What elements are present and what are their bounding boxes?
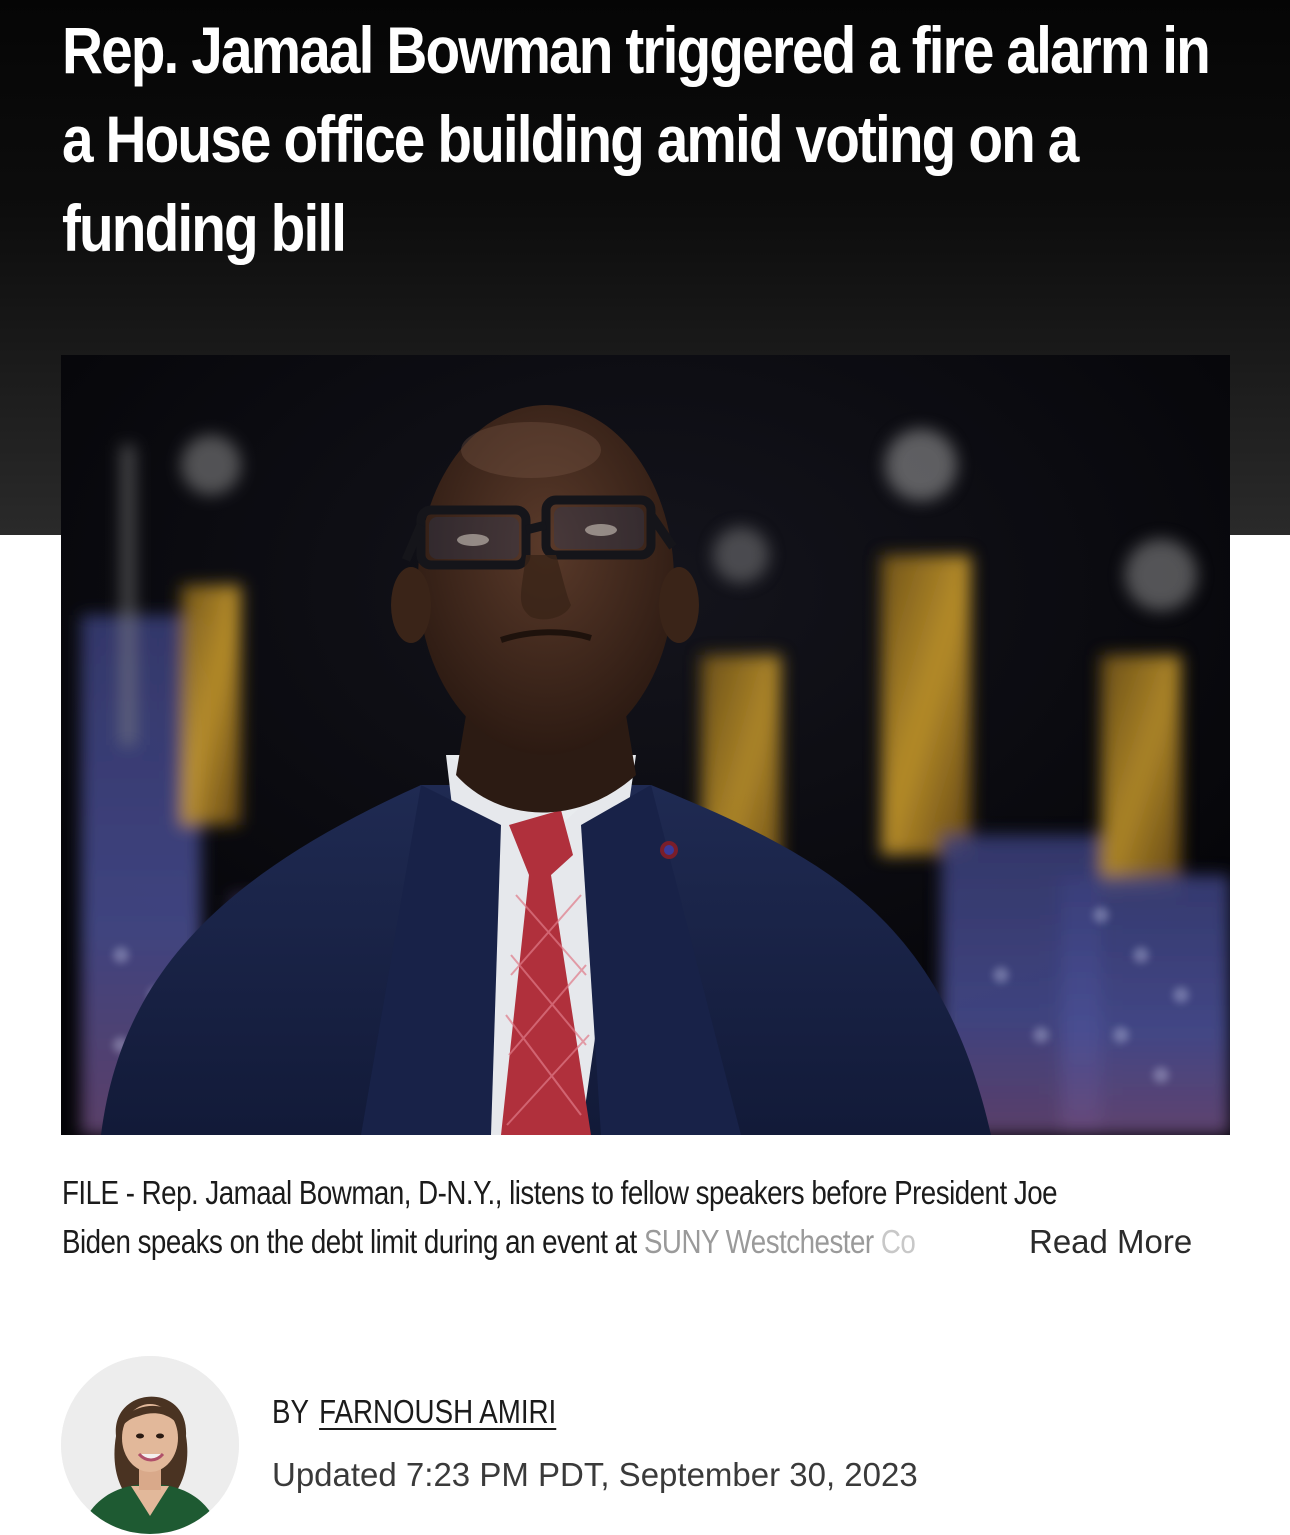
author-photo-illustration	[61, 1356, 239, 1534]
caption-line-2: Biden speaks on the debt limit during an…	[62, 1217, 1053, 1266]
updated-timestamp: Updated 7:23 PM PDT, September 30, 2023	[272, 1456, 918, 1493]
photo-caption: FILE - Rep. Jamaal Bowman, D-N.Y., liste…	[62, 1168, 1242, 1266]
caption-faded-text-end: Co	[880, 1223, 916, 1260]
author-avatar[interactable]	[61, 1356, 239, 1534]
read-more-link[interactable]: Read More	[1025, 1217, 1193, 1266]
byline: BY FARNOUSH AMIRI	[272, 1393, 556, 1431]
article-photo[interactable]	[61, 355, 1230, 1135]
photo-illustration	[61, 355, 1230, 1135]
caption-line-1: FILE - Rep. Jamaal Bowman, D-N.Y., liste…	[62, 1174, 1058, 1211]
article-headline: Rep. Jamaal Bowman triggered a fire alar…	[62, 13, 1211, 265]
byline-prefix: BY	[272, 1393, 309, 1430]
caption-line-2-text: Biden speaks on the debt limit during an…	[62, 1223, 644, 1260]
caption-faded-text: SUNY Westchester	[643, 1223, 881, 1260]
author-link[interactable]: FARNOUSH AMIRI	[319, 1393, 556, 1430]
